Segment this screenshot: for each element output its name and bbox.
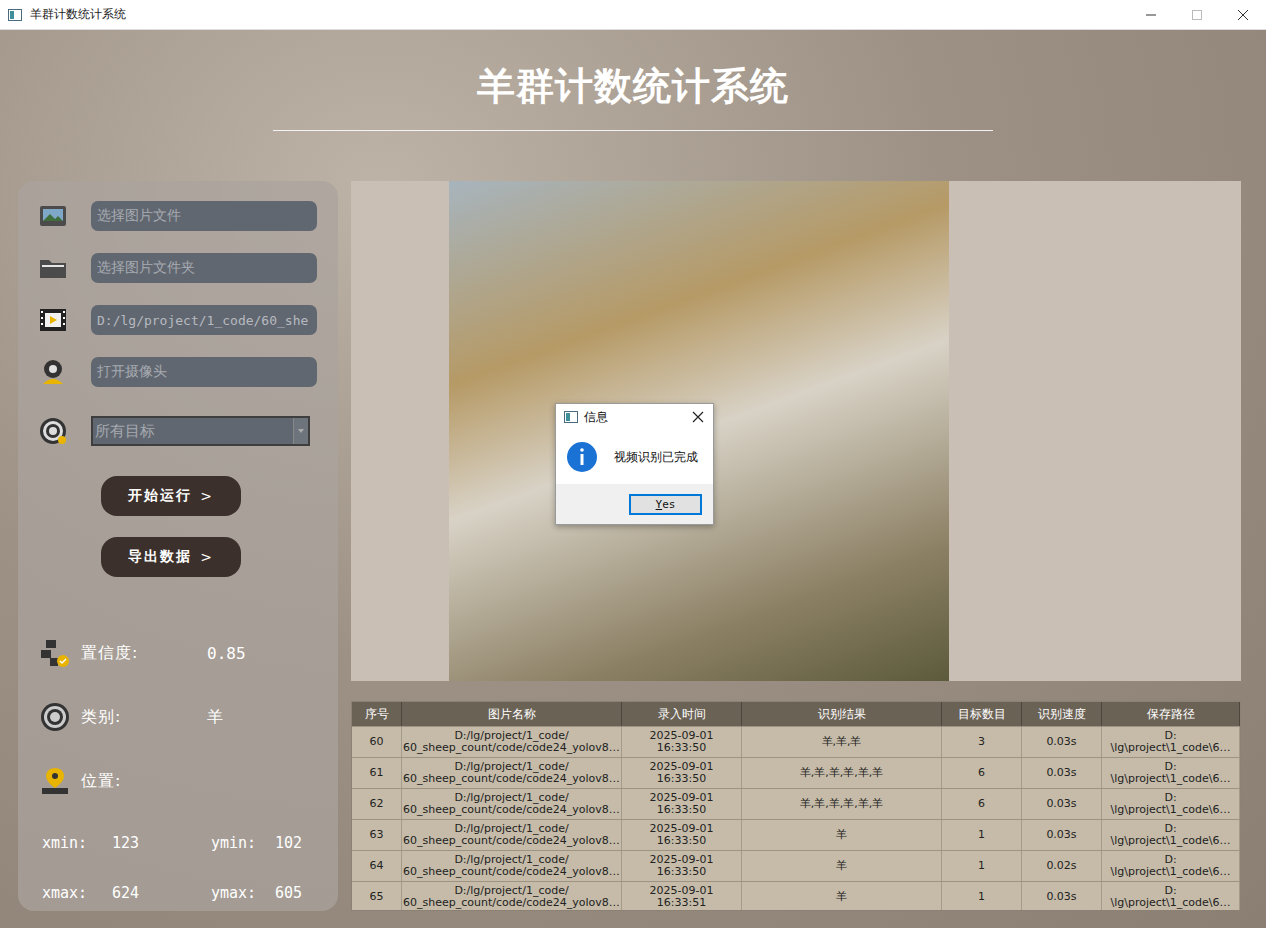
coordinate-label: xmin: — [42, 834, 112, 852]
column-header[interactable]: 识别结果 — [742, 702, 942, 726]
target-row: 所有目标 — [30, 416, 332, 446]
display-area: 信息视频识别已完成 Yes 序号图片名称录入时间识别结果目标数目识别速度保存路径60… — [351, 181, 1241, 911]
coordinate-value: 605 — [275, 884, 335, 902]
coordinate-value: 624 — [112, 884, 211, 902]
video-icon — [38, 307, 68, 333]
dialog-app-icon — [564, 411, 578, 423]
coordinate-row: xmax:624ymax:605 — [30, 878, 332, 908]
input-row: 打开摄像头 — [30, 357, 332, 387]
class-row: 类别:羊 — [30, 700, 332, 734]
app-window: 羊群计数统计系统羊群计数统计系统选择图片文件选择图片文件夹D:/lg/proje… — [0, 0, 1266, 928]
table-header: 序号图片名称录入时间识别结果目标数目识别速度保存路径 — [352, 702, 1240, 727]
coordinate-row: xmin:123ymin:102 — [30, 828, 332, 858]
dropdown-arrow-icon[interactable] — [293, 418, 308, 444]
image-viewer: 信息视频识别已完成 Yes — [351, 181, 1241, 681]
control-panel: 选择图片文件选择图片文件夹 D:/lg/project/1_code/60_she… — [18, 181, 338, 911]
column-header[interactable]: 序号 — [352, 702, 402, 726]
table-row[interactable]: 64D:/lg/project/1_code/60_sheep_count/co… — [352, 851, 1240, 882]
table-row[interactable]: 62D:/lg/project/1_code/60_sheep_count/co… — [352, 789, 1240, 820]
column-header[interactable]: 录入时间 — [622, 702, 742, 726]
file-input[interactable]: 打开摄像头 — [91, 357, 317, 387]
dialog-message: 视频识别已完成 — [614, 449, 698, 466]
file-input[interactable]: D:/lg/project/1_code/60_she — [91, 305, 317, 335]
file-input[interactable]: 选择图片文件 — [91, 201, 317, 231]
column-header[interactable]: 保存路径 — [1102, 702, 1240, 726]
camera-icon — [38, 359, 68, 385]
close-icon[interactable] — [1220, 0, 1266, 30]
input-row: D:/lg/project/1_code/60_she — [30, 305, 332, 335]
main-title: 羊群计数统计系统 — [477, 60, 789, 112]
title-bar: 羊群计数统计系统 — [0, 0, 1266, 30]
coordinate-label: ymax: — [211, 884, 275, 902]
target-select-value: 所有目标 — [95, 422, 155, 441]
message-dialog: 信息视频识别已完成 Yes — [555, 403, 714, 525]
confidence-row: 置信度:0.85 — [30, 636, 332, 670]
target-icon — [38, 416, 68, 446]
coordinate-label: xmax: — [42, 884, 112, 902]
column-header[interactable]: 目标数目 — [942, 702, 1022, 726]
coordinate-value: 102 — [275, 834, 335, 852]
input-row: 选择图片文件 — [30, 201, 332, 231]
class-icon — [40, 702, 70, 732]
dialog-title: 信息 — [584, 409, 685, 426]
maximize-icon[interactable] — [1174, 0, 1220, 30]
input-row: 选择图片文件夹 — [30, 253, 332, 283]
file-input[interactable]: 选择图片文件夹 — [91, 253, 317, 283]
info-icon — [566, 441, 598, 473]
coordinate-label: ymin: — [211, 834, 275, 852]
action-button[interactable]: 导出数据> — [101, 537, 241, 577]
close-icon[interactable] — [691, 410, 705, 424]
table-row[interactable]: 61D:/lg/project/1_code/60_sheep_count/co… — [352, 758, 1240, 789]
header: 羊群计数统计系统 — [0, 30, 1266, 181]
results-table: 序号图片名称录入时间识别结果目标数目识别速度保存路径60D:/lg/projec… — [351, 701, 1241, 911]
action-button[interactable]: 开始运行> — [101, 476, 241, 516]
column-header[interactable]: 图片名称 — [402, 702, 622, 726]
table-row[interactable]: 65D:/lg/project/1_code/60_sheep_count/co… — [352, 882, 1240, 911]
yes-button[interactable]: Yes — [629, 494, 702, 515]
table-row[interactable]: 60D:/lg/project/1_code/60_sheep_count/co… — [352, 727, 1240, 758]
window-title: 羊群计数统计系统 — [30, 6, 1128, 23]
folder-icon — [38, 255, 68, 281]
position-row: 位置: — [30, 764, 332, 798]
table-row[interactable]: 63D:/lg/project/1_code/60_sheep_count/co… — [352, 820, 1240, 851]
location-pin-icon — [40, 766, 70, 796]
target-select[interactable]: 所有目标 — [91, 416, 310, 446]
coordinate-value: 123 — [112, 834, 211, 852]
title-underline — [273, 130, 993, 131]
main-area: 选择图片文件选择图片文件夹 D:/lg/project/1_code/60_she… — [0, 181, 1266, 911]
confidence-icon — [40, 638, 70, 668]
app-icon — [8, 9, 22, 21]
minimize-icon[interactable] — [1128, 0, 1174, 30]
column-header[interactable]: 识别速度 — [1022, 702, 1102, 726]
image-file-icon — [38, 203, 68, 229]
